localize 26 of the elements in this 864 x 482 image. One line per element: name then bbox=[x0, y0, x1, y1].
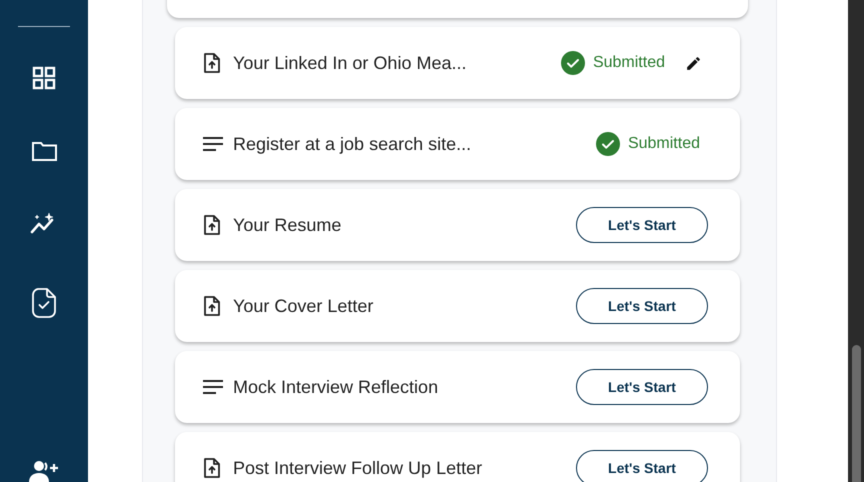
lets-start-button[interactable]: Let's Start bbox=[576, 450, 708, 482]
lets-start-button[interactable]: Let's Start bbox=[576, 207, 708, 243]
task-title: Your Resume bbox=[233, 214, 342, 236]
task-title: Your Cover Letter bbox=[233, 294, 374, 318]
pencil-icon[interactable] bbox=[685, 54, 702, 72]
file-upload-icon bbox=[203, 53, 221, 73]
text-lines-icon bbox=[203, 137, 223, 151]
file-upload-icon bbox=[203, 458, 221, 478]
task-title: Register at a job search site... bbox=[233, 132, 472, 156]
status-label: Submitted bbox=[592, 53, 665, 73]
dashboard-grid-icon[interactable] bbox=[32, 66, 56, 90]
status-label: Submitted bbox=[628, 134, 700, 154]
scrollbar-thumb[interactable] bbox=[852, 345, 860, 482]
file-upload-icon bbox=[203, 296, 221, 316]
check-circle-icon bbox=[596, 132, 620, 156]
text-lines-icon bbox=[203, 380, 223, 394]
add-user-icon[interactable] bbox=[29, 460, 59, 482]
task-title: Your Linked In or Ohio Mea... bbox=[233, 52, 466, 74]
task-title: Mock Interview Reflection bbox=[233, 376, 438, 398]
folder-icon[interactable] bbox=[32, 141, 56, 161]
check-circle-icon bbox=[560, 51, 585, 75]
lets-start-button[interactable]: Let's Start bbox=[576, 288, 708, 324]
lets-start-button[interactable]: Let's Start bbox=[576, 369, 708, 405]
file-upload-icon bbox=[203, 215, 221, 235]
task-title: Post Interview Follow Up Letter bbox=[233, 456, 482, 480]
document-check-icon[interactable] bbox=[32, 288, 56, 318]
